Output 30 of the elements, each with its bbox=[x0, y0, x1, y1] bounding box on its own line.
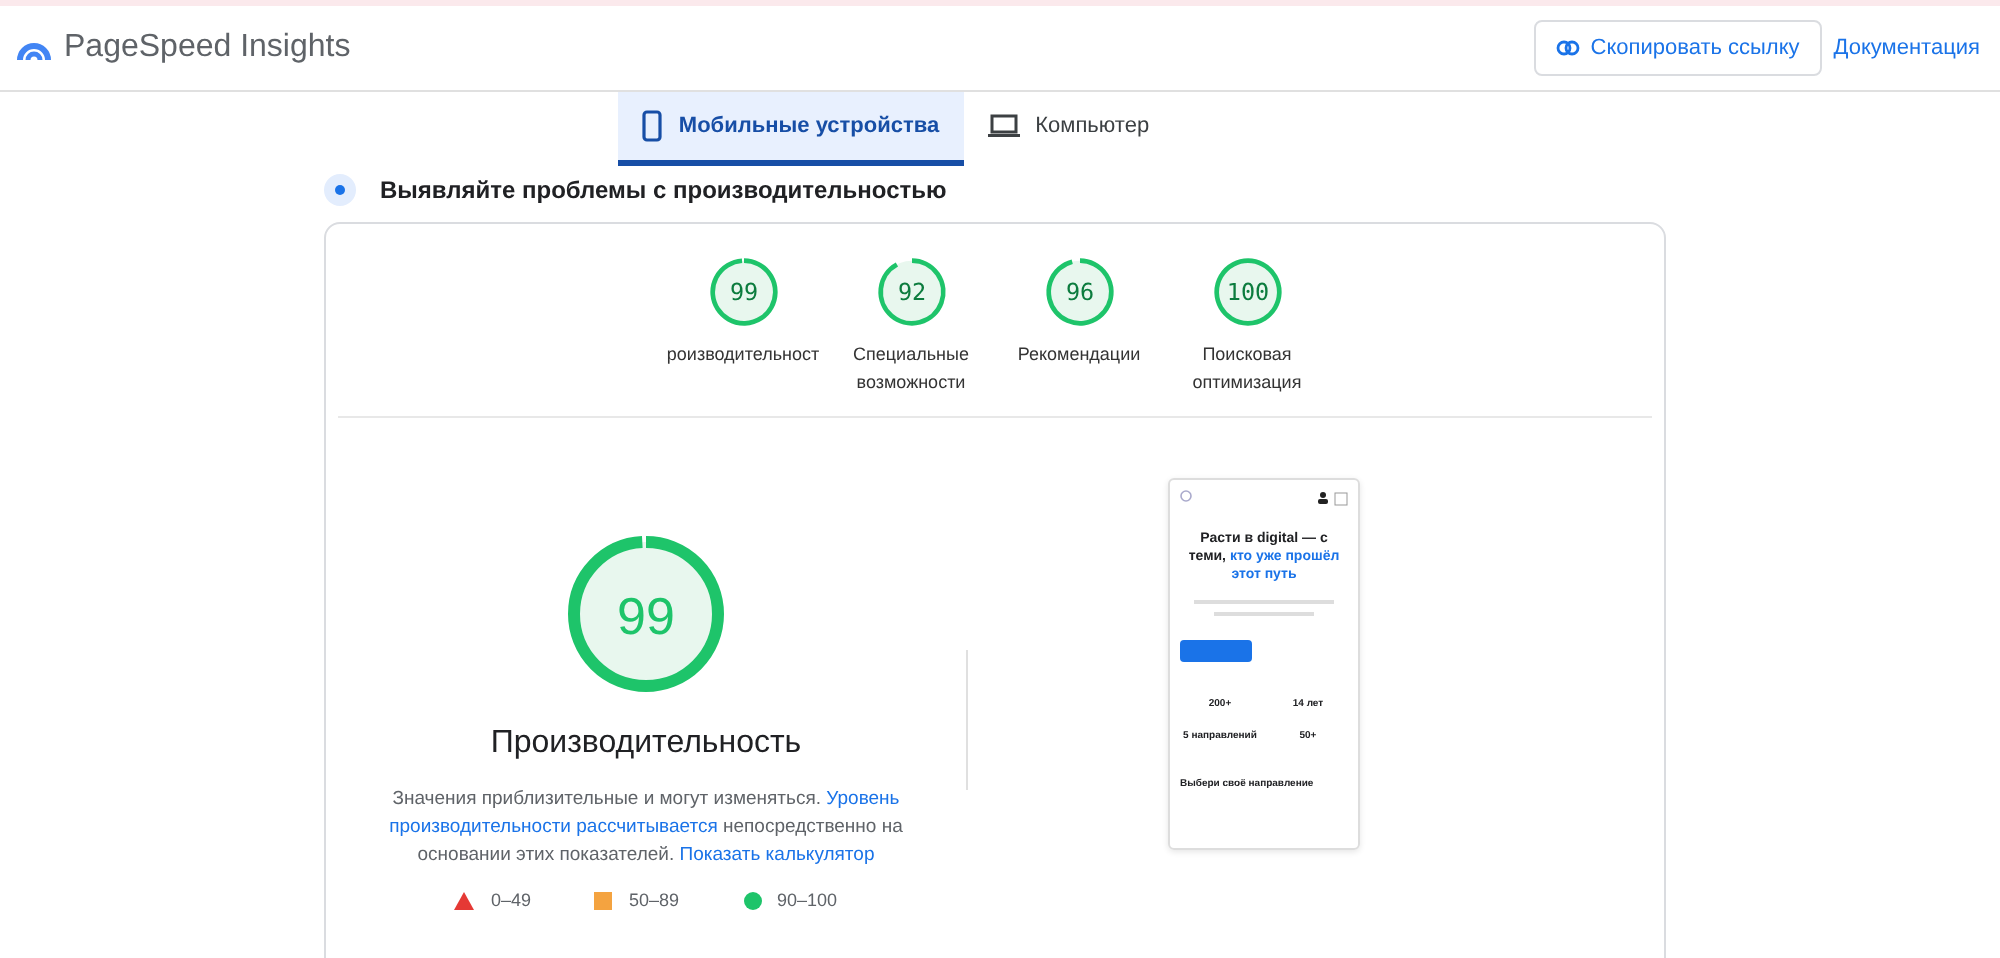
copy-link-button[interactable]: Скопировать ссылку bbox=[1534, 20, 1822, 76]
legend-range: 0–49 bbox=[490, 890, 531, 910]
legend-range: 50–89 bbox=[628, 890, 679, 910]
notice-text: Выявляйте проблемы с производительностью bbox=[380, 176, 947, 204]
legend-range: 90–100 bbox=[777, 890, 838, 910]
description-text: Значения приблизительные и могут изменяться. bbox=[392, 788, 821, 810]
description-text: непосредственно на bbox=[723, 816, 903, 838]
app-title: PageSpeed Insights bbox=[64, 30, 351, 66]
info-link[interactable]: производительности рассчитывается bbox=[389, 816, 718, 838]
score-value: 99 bbox=[617, 586, 675, 646]
radar-icon bbox=[324, 174, 356, 206]
score-value: 92 bbox=[896, 277, 926, 306]
link-icon bbox=[1556, 40, 1581, 56]
laptop-icon bbox=[987, 114, 1020, 138]
score-value: 96 bbox=[1064, 277, 1094, 306]
performance-title: Производительность bbox=[490, 726, 802, 762]
description-text: основании этих показателей. bbox=[417, 844, 675, 866]
user-icon bbox=[1318, 492, 1328, 504]
category-label: Специальные возможности bbox=[851, 342, 971, 396]
info-link[interactable]: Показать калькулятор bbox=[679, 844, 875, 866]
device-tab[interactable]: Мобильные устройства bbox=[618, 92, 964, 166]
device-tab[interactable]: Компьютер bbox=[963, 92, 1174, 166]
documentation-link[interactable]: Документация bbox=[1833, 36, 1980, 60]
score-value: 99 bbox=[728, 277, 758, 306]
category-label: роизводительност bbox=[666, 342, 820, 368]
score-value: 100 bbox=[1225, 277, 1269, 306]
category-label: Поисковая оптимизация bbox=[1190, 342, 1304, 396]
info-link[interactable]: Уровень bbox=[826, 788, 900, 810]
phone-icon bbox=[642, 110, 663, 142]
category-label: Рекомендации bbox=[1017, 342, 1141, 368]
